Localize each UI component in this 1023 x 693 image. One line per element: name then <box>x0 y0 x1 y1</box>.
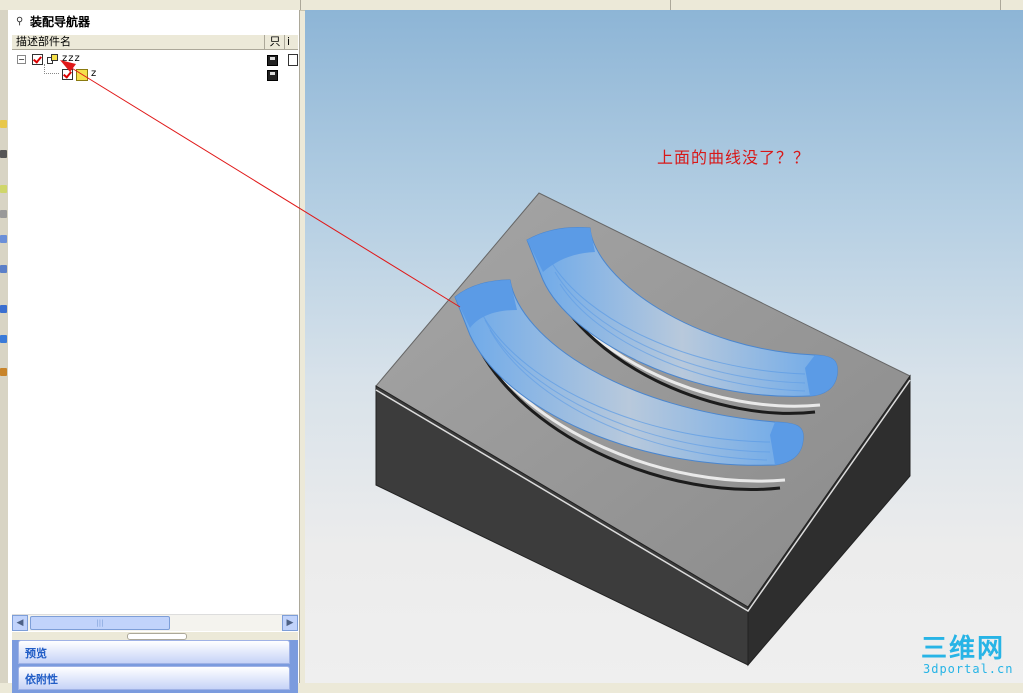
navigator-icon: ⚲ <box>16 16 24 27</box>
part-icon <box>76 69 88 81</box>
assembly-navigator: ⚲ 装配导航器 描述部件名 只 i − zzz z ◀ ||| ▶ 预览 依附性 <box>8 10 300 693</box>
watermark-logo: 三维网 <box>921 634 1006 664</box>
model-3d <box>375 192 911 667</box>
tab-icon[interactable] <box>0 185 7 193</box>
toolbar-separator <box>670 0 671 10</box>
assembly-icon <box>47 54 58 64</box>
dependency-section-label: 依附性 <box>25 673 58 686</box>
visibility-checkbox[interactable] <box>32 54 43 65</box>
collapse-toggle[interactable]: − <box>17 55 26 64</box>
horizontal-scrollbar[interactable]: ◀ ||| ▶ <box>12 614 298 631</box>
info-icon <box>288 54 298 66</box>
watermark-site: 3dportal.cn <box>923 662 1014 676</box>
panel-splitter[interactable] <box>12 632 298 640</box>
preview-section[interactable]: 预览 <box>18 640 290 664</box>
tab-icon[interactable] <box>0 210 7 218</box>
splitter-grip[interactable] <box>127 633 187 640</box>
tab-icon[interactable] <box>0 368 7 376</box>
toolbar-separator <box>300 0 301 10</box>
dependency-section[interactable]: 依附性 <box>18 666 290 690</box>
scroll-thumb[interactable]: ||| <box>30 616 170 630</box>
visibility-checkbox[interactable] <box>62 69 73 80</box>
tab-icon[interactable] <box>0 120 7 128</box>
column-readonly[interactable]: 只 <box>266 35 285 49</box>
assembly-tree: − zzz z <box>12 50 298 610</box>
tree-node-label: zzz <box>62 53 81 64</box>
tab-icon[interactable] <box>0 265 7 273</box>
watermark: 三维网 3dportal.cn <box>921 628 1021 680</box>
tab-icon[interactable] <box>0 335 7 343</box>
tab-icon[interactable] <box>0 305 7 313</box>
tab-icon[interactable] <box>0 235 7 243</box>
scroll-left-button[interactable]: ◀ <box>12 615 28 631</box>
tree-node-label: z <box>91 68 98 79</box>
preview-section-label: 预览 <box>25 647 47 660</box>
column-info[interactable]: i <box>287 35 297 49</box>
navigator-title: 装配导航器 <box>30 15 91 29</box>
save-icon <box>267 70 278 81</box>
save-icon <box>267 55 278 66</box>
column-part-name[interactable]: 描述部件名 <box>16 35 265 49</box>
tree-node-z[interactable]: z <box>12 67 298 82</box>
navigator-header: ⚲ 装配导航器 <box>8 10 299 32</box>
graphics-viewport[interactable]: 上面的曲线没了？？ 三维网 3dportal.cn <box>305 10 1023 683</box>
column-header: 描述部件名 只 i <box>12 34 298 50</box>
scroll-right-button[interactable]: ▶ <box>282 615 298 631</box>
tab-icon[interactable] <box>0 150 7 158</box>
toolbar-separator <box>1000 0 1001 10</box>
annotation-text: 上面的曲线没了？？ <box>657 148 811 167</box>
